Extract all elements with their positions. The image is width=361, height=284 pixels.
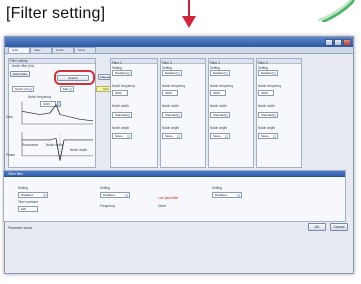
- filter-setting-combo[interactable]: Disabled: [112, 70, 132, 76]
- filter-depth-label: Notch depth: [210, 126, 228, 130]
- cancel-button[interactable]: Cancel: [330, 223, 348, 231]
- bottom-right-label: Setting: [212, 186, 222, 190]
- filter-width-label: Notch width: [210, 104, 227, 108]
- caption-label: [Filter setting]: [6, 5, 106, 22]
- bottom-left-label: Setting: [18, 186, 28, 190]
- window-titlebar: [5, 37, 353, 47]
- filter-column-title: Filter 4: [210, 61, 220, 65]
- filter-width-combo[interactable]: Standard: [210, 112, 230, 118]
- filter-depth-label: Notch depth: [112, 126, 130, 130]
- filter-frequency-label: Notch frequency: [210, 84, 234, 88]
- filter-slope-combo[interactable]: Slope: [210, 133, 230, 139]
- other-filter-title: Other filter: [8, 172, 23, 176]
- filter-setting-combo[interactable]: Disabled: [210, 70, 230, 76]
- bottom-left-combo[interactable]: Disabled: [18, 192, 48, 198]
- notch-info-combo[interactable]: Notch info: [12, 86, 34, 92]
- graph-phase-label: Phase: [6, 153, 16, 157]
- filter-setting-label: Filter setting: [10, 59, 28, 63]
- filter-frequency-input[interactable]: 3000: [162, 90, 178, 96]
- time-constant-input[interactable]: 100: [18, 206, 38, 212]
- filter-slope-combo[interactable]: Slope: [112, 133, 132, 139]
- filter-frequency-input[interactable]: 3000: [112, 90, 128, 96]
- time-constant-label: Time constant: [18, 200, 38, 204]
- notch-edit-combo[interactable]: Edit: [60, 86, 74, 92]
- decorative-leaf-icon: [318, 0, 356, 22]
- filter-column-title: Filter 3: [162, 61, 172, 65]
- frequency-label: Frequency: [100, 204, 116, 208]
- status-text: Parameter saved: [8, 226, 33, 230]
- other-filter-header: Other filter: [4, 171, 345, 177]
- filter-width-combo[interactable]: Standard: [112, 112, 132, 118]
- filter-setting-combo[interactable]: Disabled: [258, 70, 278, 76]
- tab-other[interactable]: Other: [74, 47, 96, 53]
- filter-setting-combo[interactable]: Disabled: [162, 70, 182, 76]
- notch-filter-button[interactable]: Notch filter: [10, 71, 30, 77]
- arrow-down-icon: [182, 0, 196, 28]
- filter-frequency-input[interactable]: 3000: [258, 90, 274, 96]
- screenshot: [Filter setting] Gain Filter Notch Other…: [0, 0, 361, 284]
- ok-button[interactable]: OK: [308, 223, 326, 231]
- maximize-button[interactable]: [334, 38, 342, 46]
- bottom-right-combo[interactable]: Disabled: [212, 192, 242, 198]
- tab-gain[interactable]: Gain: [8, 47, 30, 53]
- filter-width-label: Notch width: [112, 104, 129, 108]
- tab-strip: Gain Filter Notch Other: [5, 47, 353, 54]
- filter-depth-label: Notch depth: [258, 126, 276, 130]
- search-highlight-ring: [54, 70, 95, 85]
- filter-frequency-label: Notch frequency: [258, 84, 282, 88]
- filter-frequency-input[interactable]: 3000: [210, 90, 226, 96]
- filter-frequency-label: Notch frequency: [162, 84, 186, 88]
- filter-frequency-label: Notch frequency: [112, 84, 136, 88]
- filter-slope-combo[interactable]: Slope: [162, 133, 182, 139]
- graph-gain-label: Gain: [6, 115, 13, 119]
- filter-column-title: Filter 2: [112, 61, 122, 65]
- tab-filter[interactable]: Filter: [30, 47, 52, 53]
- filter-column-title: Filter 5: [258, 61, 268, 65]
- filter-depth-label: Notch depth: [162, 126, 180, 130]
- notch-filter-label: Notch filter (Hz): [12, 64, 35, 68]
- order-label: Order: [158, 204, 167, 208]
- close-button[interactable]: [343, 38, 351, 46]
- filter-slope-combo[interactable]: Slope: [258, 133, 278, 139]
- bottom-mid-label: Setting: [100, 186, 110, 190]
- filter-width-label: Notch width: [162, 104, 179, 108]
- frequency-response-graph: [21, 101, 94, 161]
- filter-width-combo[interactable]: Standard: [258, 112, 278, 118]
- bottom-mid-combo[interactable]: Disabled: [100, 192, 130, 198]
- filter-width-combo[interactable]: Standard: [162, 112, 182, 118]
- low-pass-red-label: Low pass filter: [158, 196, 179, 200]
- tab-notch[interactable]: Notch: [52, 47, 74, 53]
- filter-width-label: Notch width: [258, 104, 275, 108]
- minimize-button[interactable]: [325, 38, 333, 46]
